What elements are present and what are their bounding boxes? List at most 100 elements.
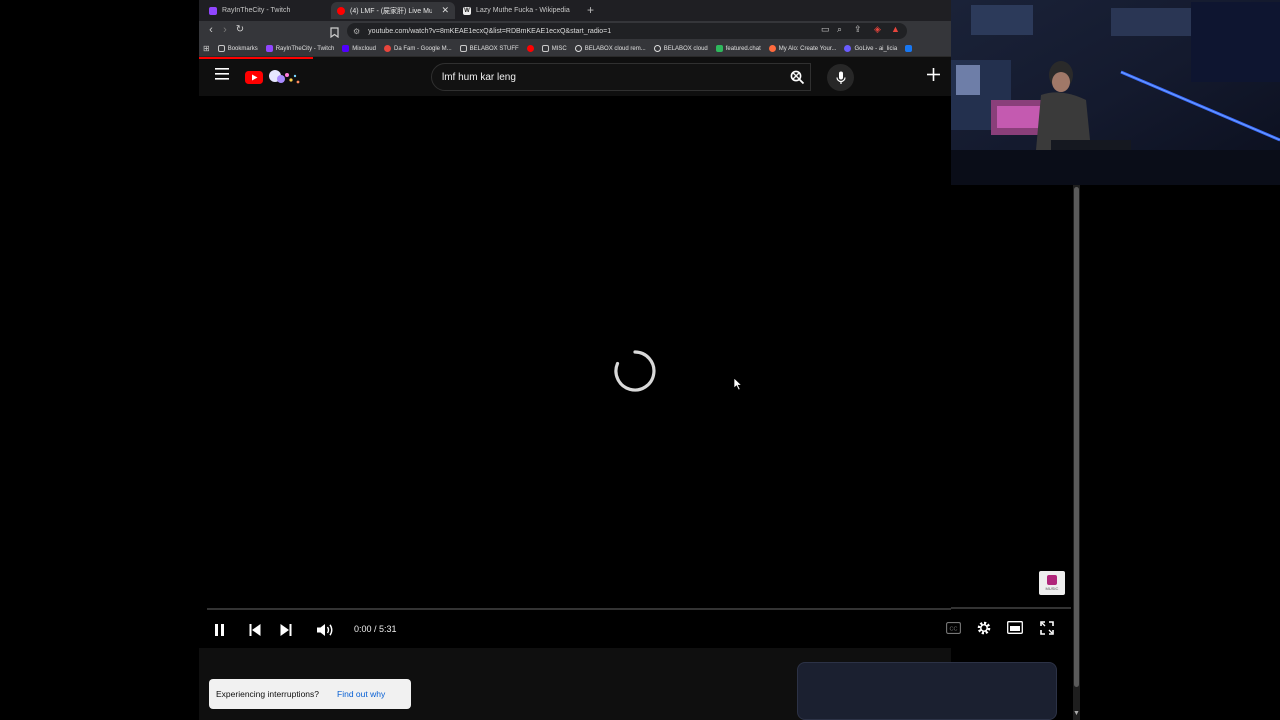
scroll-down-arrow-icon[interactable]: ▼ xyxy=(1073,710,1080,717)
wikipedia-icon: W xyxy=(463,6,471,15)
find-out-why-link[interactable]: Find out why xyxy=(337,689,385,699)
forward-button[interactable]: › xyxy=(217,24,233,36)
badge-label: MUSIC xyxy=(1045,586,1059,591)
mouse-cursor-icon xyxy=(733,377,743,391)
tab-twitch[interactable]: RayInTheCity - Twitch xyxy=(203,2,327,19)
cast-icon[interactable]: ▭ xyxy=(821,24,830,35)
bookmark-item[interactable]: Da Fam - Google M... xyxy=(383,45,452,52)
youtube-icon xyxy=(337,6,345,15)
next-button[interactable] xyxy=(276,620,296,640)
bookmark-label: MISC xyxy=(551,45,567,52)
previous-button[interactable] xyxy=(245,620,265,640)
bookmark-label: My Alo: Create Your... xyxy=(778,45,837,52)
reload-button[interactable]: ↻ xyxy=(232,24,248,35)
fullscreen-button[interactable] xyxy=(1040,621,1054,640)
video-player[interactable]: 0:00 / 5:31 xyxy=(199,96,951,648)
miniplayer-icon xyxy=(1007,621,1023,634)
bookmark-item[interactable] xyxy=(905,45,913,52)
page-scrollbar[interactable] xyxy=(1073,185,1080,720)
bookmark-item[interactable]: GoLive - ai_licia xyxy=(844,45,897,52)
alo-icon xyxy=(768,45,776,52)
bookmark-item[interactable]: RayInTheCity - Twitch xyxy=(265,45,335,52)
bookmark-item[interactable]: My Alo: Create Your... xyxy=(768,45,837,52)
search-query-text: lmf hum kar leng xyxy=(442,71,516,83)
bookmark-label: RayInTheCity - Twitch xyxy=(275,45,335,52)
mute-button[interactable] xyxy=(315,620,335,640)
browser-window: RayInTheCity - Twitch (4) LMF - (屍家肝) Li… xyxy=(199,0,951,720)
player-controls: 0:00 / 5:31 xyxy=(199,614,951,644)
bookmark-label: Bookmarks xyxy=(227,45,258,52)
microphone-icon xyxy=(835,71,846,84)
closed-captions-icon: CC xyxy=(945,622,961,634)
bookmark-item[interactable]: Mixcloud xyxy=(342,45,376,52)
scrollbar-thumb[interactable] xyxy=(1074,187,1079,687)
extension-icon[interactable]: ◈ xyxy=(874,24,881,35)
tab-title: (4) LMF - (屍家肝) Live Music Vi xyxy=(350,7,433,15)
maps-pin-icon xyxy=(383,45,391,52)
extension-alert-icon[interactable]: ▲ xyxy=(891,24,900,34)
bookmark-folder[interactable]: BELABOX STUFF xyxy=(459,45,519,52)
create-button[interactable] xyxy=(927,66,940,86)
page-load-progress xyxy=(199,57,313,59)
globe-icon xyxy=(653,45,661,52)
bookmarks-bar: ⊞ Bookmarks RayInTheCity - Twitch Mixclo… xyxy=(199,41,951,57)
facebook-icon xyxy=(905,45,913,52)
golive-icon xyxy=(844,45,852,52)
music-app-icon xyxy=(1047,575,1057,585)
bookmark-label: featured.chat xyxy=(725,45,761,52)
hamburger-menu-button[interactable] xyxy=(214,67,230,83)
youtube-icon xyxy=(526,45,534,52)
bookmark-label: GoLive - ai_licia xyxy=(854,45,898,52)
mixcloud-icon xyxy=(342,45,350,52)
captions-button[interactable]: CC xyxy=(943,620,963,636)
tab-youtube[interactable]: (4) LMF - (屍家肝) Live Music Vi ✕ xyxy=(331,2,455,19)
side-panel-card xyxy=(797,662,1057,720)
bookmark-item[interactable]: BELABOX cloud rem... xyxy=(574,45,646,52)
settings-button[interactable] xyxy=(976,620,992,641)
progress-bar[interactable] xyxy=(207,608,951,610)
share-icon[interactable]: ⇪ xyxy=(854,24,862,35)
expand-icon xyxy=(1040,621,1054,635)
youtube-header: lmf hum kar leng ✕ xyxy=(199,57,951,96)
twitch-icon xyxy=(209,6,217,15)
youtube-logo[interactable] xyxy=(245,69,303,87)
tab-bar: RayInTheCity - Twitch (4) LMF - (屍家肝) Li… xyxy=(199,0,951,21)
toast-message: Experiencing interruptions? xyxy=(216,689,320,699)
bookmark-item[interactable]: BELABOX cloud xyxy=(653,45,708,52)
youtube-music-badge[interactable]: MUSIC xyxy=(1039,571,1065,595)
site-info-icon[interactable]: ⚙ xyxy=(353,27,360,36)
new-tab-button[interactable]: + xyxy=(587,3,594,17)
screen: RayInTheCity - Twitch (4) LMF - (屍家肝) Li… xyxy=(0,0,1280,720)
bookmark-folder[interactable]: Bookmarks xyxy=(217,45,258,52)
miniplayer-button[interactable] xyxy=(1007,621,1023,639)
volume-icon xyxy=(316,624,332,636)
pause-button[interactable] xyxy=(209,620,229,640)
apps-icon[interactable]: ⊞ xyxy=(203,44,210,53)
browser-toolbar: ‹ › ↻ ⚙ youtube.com/watch?v=8mKEAE1ecxQ&… xyxy=(199,21,951,41)
skip-next-icon xyxy=(280,624,292,636)
bookmark-item[interactable] xyxy=(526,45,534,52)
folder-icon xyxy=(459,45,467,52)
tab-wikipedia[interactable]: W Lazy Muthe Fucka - Wikipedia xyxy=(457,2,583,19)
search-button[interactable] xyxy=(779,63,815,91)
voice-search-button[interactable] xyxy=(827,64,854,91)
progress-bar-extension xyxy=(951,607,1071,609)
bookmark-folder[interactable]: MISC xyxy=(541,45,567,52)
menu-icon xyxy=(215,68,229,80)
bookmark-item[interactable]: featured.chat xyxy=(715,45,761,52)
skip-previous-icon xyxy=(249,624,261,636)
search-icon xyxy=(790,70,804,84)
folder-icon xyxy=(217,45,225,52)
bookmark-label: BELABOX cloud rem... xyxy=(584,45,646,52)
loading-spinner xyxy=(614,350,656,392)
pause-icon xyxy=(214,624,224,636)
gear-icon xyxy=(977,621,991,635)
webcam-feed-image xyxy=(951,0,1280,185)
search-input[interactable]: lmf hum kar leng ✕ xyxy=(431,63,811,91)
close-tab-icon[interactable]: ✕ xyxy=(441,5,449,16)
zoom-icon[interactable]: ⌕ xyxy=(837,24,842,35)
bookmark-label: BELABOX STUFF xyxy=(469,45,519,52)
globe-icon xyxy=(574,45,582,52)
youtube-page: lmf hum kar leng ✕ 0:00 / 5:31 Experienc… xyxy=(199,57,951,720)
svg-text:CC: CC xyxy=(949,626,957,632)
